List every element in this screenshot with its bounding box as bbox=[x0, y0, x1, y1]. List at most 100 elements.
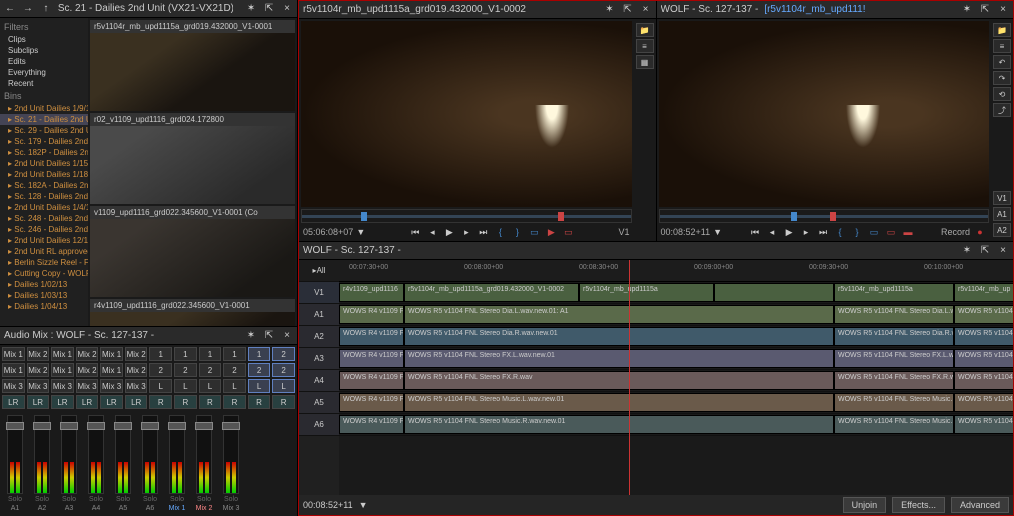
skip-end-button[interactable]: ⏭ bbox=[476, 226, 490, 238]
gear-icon[interactable]: ✶ bbox=[245, 330, 257, 342]
fader-slider[interactable] bbox=[7, 415, 23, 494]
timeline-clip[interactable]: r5v1104r_mb_up bbox=[954, 283, 1013, 302]
timeline-clip[interactable]: WOWS R5 v1104 FNL Stereo FX.R.wav bbox=[834, 371, 954, 390]
skip-end-button[interactable]: ⏭ bbox=[816, 226, 830, 238]
mix-cell[interactable]: Mix 1 bbox=[2, 363, 25, 377]
bin-item[interactable]: ▸ Dailies 1/03/13 bbox=[0, 290, 88, 301]
mix-cell[interactable]: 1 bbox=[248, 347, 271, 361]
fader-bank[interactable]: SoloA1SoloA2SoloA3SoloA4SoloA5SoloA6Solo… bbox=[0, 411, 297, 516]
fader-slider[interactable] bbox=[169, 415, 185, 494]
bin-item[interactable]: ▸ 2nd Unit Dailies 12/18/12 bbox=[0, 235, 88, 246]
timeline-track[interactable]: WOWS R4 v1109 FNL Music.R.wav.new.01WOWS… bbox=[339, 414, 1013, 436]
track-header[interactable]: A3 bbox=[299, 348, 339, 370]
timeline-clip[interactable]: WOWS R5 v1104 FNL Stereo Dia.L.wav.new.0… bbox=[834, 305, 954, 324]
overwrite-button[interactable]: ▭ bbox=[561, 226, 575, 238]
bin-item[interactable]: ▸ Dailies 1/04/13 bbox=[0, 301, 88, 312]
nav-back-icon[interactable]: ← bbox=[4, 3, 16, 15]
fader-slider[interactable] bbox=[61, 415, 77, 494]
fader-slider[interactable] bbox=[196, 415, 212, 494]
play-button[interactable]: ▶ bbox=[782, 226, 796, 238]
advanced-button[interactable]: Advanced bbox=[951, 497, 1009, 513]
bin-item[interactable]: ▸ Cutting Copy - WOLF bbox=[0, 268, 88, 279]
timeline-clip[interactable]: WOWS R5 v1104 FNL Stereo Music.R.wav.new… bbox=[404, 415, 834, 434]
fader-slider[interactable] bbox=[88, 415, 104, 494]
timeline-clip[interactable]: r5v1104r_mb_upd1115a_grd019.432000_V1-00… bbox=[404, 283, 579, 302]
redo-icon[interactable]: ↷ bbox=[993, 71, 1011, 85]
skip-start-button[interactable]: ⏮ bbox=[748, 226, 762, 238]
timeline-clip[interactable]: WOWS R5 v1104 FX.L.wav.new.01 bbox=[954, 349, 1013, 368]
track-header[interactable]: A1 bbox=[299, 304, 339, 326]
mix-cell[interactable]: Mix 1 bbox=[51, 363, 74, 377]
mix-cell[interactable]: LR bbox=[125, 395, 148, 409]
export-icon[interactable]: ⤴ bbox=[993, 103, 1011, 117]
lift-button[interactable]: ▬ bbox=[901, 226, 915, 238]
mix-cell[interactable]: R bbox=[248, 395, 271, 409]
mix-cell[interactable]: Mix 2 bbox=[76, 347, 99, 361]
bin-item[interactable]: ▸ Dailies 1/02/13 bbox=[0, 279, 88, 290]
unjoin-button[interactable]: Unjoin bbox=[843, 497, 887, 513]
step-back-button[interactable]: ◂ bbox=[425, 226, 439, 238]
mix-cell[interactable]: 2 bbox=[174, 363, 197, 377]
mix-cell[interactable]: R bbox=[272, 395, 295, 409]
source-scrubber[interactable] bbox=[301, 209, 632, 223]
timeline-clip[interactable]: WOWS R4 v1109 FNL Dia.R.wav.new.01 bbox=[339, 327, 404, 346]
timeline-clip[interactable]: WOWS R5 v1104 FX.R.wav bbox=[954, 371, 1013, 390]
mix-cell[interactable]: LR bbox=[100, 395, 123, 409]
play-button[interactable]: ▶ bbox=[442, 226, 456, 238]
timeline-track[interactable]: WOWS R4 v1109 FNL Music.L.wav.new.01 WOWS… bbox=[339, 392, 1013, 414]
close-icon[interactable]: × bbox=[997, 4, 1009, 16]
mix-cell[interactable]: R bbox=[174, 395, 197, 409]
timeline-track[interactable]: WOWS R4 v1109 FNL Dia.R.wav.new.01 WOWS R… bbox=[339, 326, 1013, 348]
solo-button[interactable]: Solo bbox=[170, 496, 184, 503]
folder-icon[interactable]: 📁 bbox=[993, 23, 1011, 37]
step-back-button[interactable]: ◂ bbox=[765, 226, 779, 238]
timeline-track[interactable]: r4v1109_upd1116r5v1104r_mb_upd1115a_grd0… bbox=[339, 282, 1013, 304]
filter-item[interactable]: Clips bbox=[0, 34, 88, 45]
mix-cell[interactable]: L bbox=[248, 379, 271, 393]
mix-cell[interactable]: Mix 2 bbox=[27, 347, 50, 361]
solo-button[interactable]: Solo bbox=[89, 496, 103, 503]
mix-cell[interactable]: Mix 3 bbox=[2, 379, 25, 393]
bin-item[interactable]: ▸ Sc. 179 - Dailies 2nd Unit bbox=[0, 136, 88, 147]
mix-cell[interactable]: L bbox=[174, 379, 197, 393]
timeline-clip[interactable]: r5v1104r_mb_upd1115a bbox=[579, 283, 714, 302]
timeline-clip[interactable]: WOWS R5 v1104 Music.R.wav.new.01 bbox=[954, 415, 1013, 434]
timeline-clip[interactable]: WOWS R4 v1109 FNL FX.R.wav bbox=[339, 371, 404, 390]
timeline-clip[interactable]: WOWS R5 v1104 FNL Stereo Music.L.wav.new… bbox=[834, 393, 954, 412]
mix-cell[interactable]: L bbox=[223, 379, 246, 393]
timeline-track-headers[interactable]: ▸All V1A1A2A3A4A5A6 bbox=[299, 260, 339, 495]
timeline-clip[interactable]: WOWS R4 v1109 FNL Music.L.wav.new.01 bbox=[339, 393, 404, 412]
menu-icon[interactable]: ≡ bbox=[636, 39, 654, 53]
mark-in-button[interactable]: { bbox=[833, 226, 847, 238]
timeline-options[interactable]: ▸All bbox=[299, 260, 339, 282]
mix-cell[interactable]: Mix 1 bbox=[100, 347, 123, 361]
mix-cell[interactable]: 1 bbox=[149, 347, 172, 361]
solo-button[interactable]: Solo bbox=[62, 496, 76, 503]
mark-in-button[interactable]: { bbox=[493, 226, 507, 238]
timeline-clip[interactable]: WOWS R5 v1104 FNL Stereo Music.R.wav.new… bbox=[834, 415, 954, 434]
mix-cell[interactable]: 2 bbox=[149, 363, 172, 377]
pin-icon[interactable]: ⇱ bbox=[979, 245, 991, 257]
mix-cell[interactable]: 1 bbox=[223, 347, 246, 361]
bin-item[interactable]: ▸ 2nd Unit RL approved bbox=[0, 246, 88, 257]
timeline-clip[interactable] bbox=[714, 283, 834, 302]
track-header[interactable]: V1 bbox=[299, 282, 339, 304]
mix-cell[interactable]: 1 bbox=[199, 347, 222, 361]
mix-cell[interactable]: 2 bbox=[272, 363, 295, 377]
mix-cell[interactable]: Mix 3 bbox=[76, 379, 99, 393]
timeline-clip[interactable]: WOWS R4 v1109 FNL FX.L.wav.new.01 bbox=[339, 349, 404, 368]
pin-icon[interactable]: ⇱ bbox=[979, 4, 991, 16]
solo-button[interactable]: Solo bbox=[8, 496, 22, 503]
bin-item[interactable]: ▸ 2nd Unit Dailies 1/9/13 bbox=[0, 103, 88, 114]
source-monitor[interactable] bbox=[301, 21, 632, 207]
pin-icon[interactable]: ⇱ bbox=[622, 4, 634, 16]
timeline-clip[interactable]: WOWS R5 v1104 FNL Stereo Dia.R.wav.new.0… bbox=[834, 327, 954, 346]
timeline-track[interactable]: WOWS R4 v1109 FNL FX.L.wav.new.01 WOWS R5… bbox=[339, 348, 1013, 370]
track-v1[interactable]: V1 bbox=[993, 191, 1011, 205]
solo-button[interactable]: Solo bbox=[143, 496, 157, 503]
timeline-clip[interactable]: WOWS R5 v1104 Music.L.wav.new.01 bbox=[954, 393, 1013, 412]
bin-item[interactable]: ▸ 2nd Unit Dailies 1/4/13 bbox=[0, 202, 88, 213]
record-scrubber[interactable] bbox=[659, 209, 990, 223]
clear-marks-button[interactable]: ▭ bbox=[527, 226, 541, 238]
mix-cell[interactable]: L bbox=[199, 379, 222, 393]
